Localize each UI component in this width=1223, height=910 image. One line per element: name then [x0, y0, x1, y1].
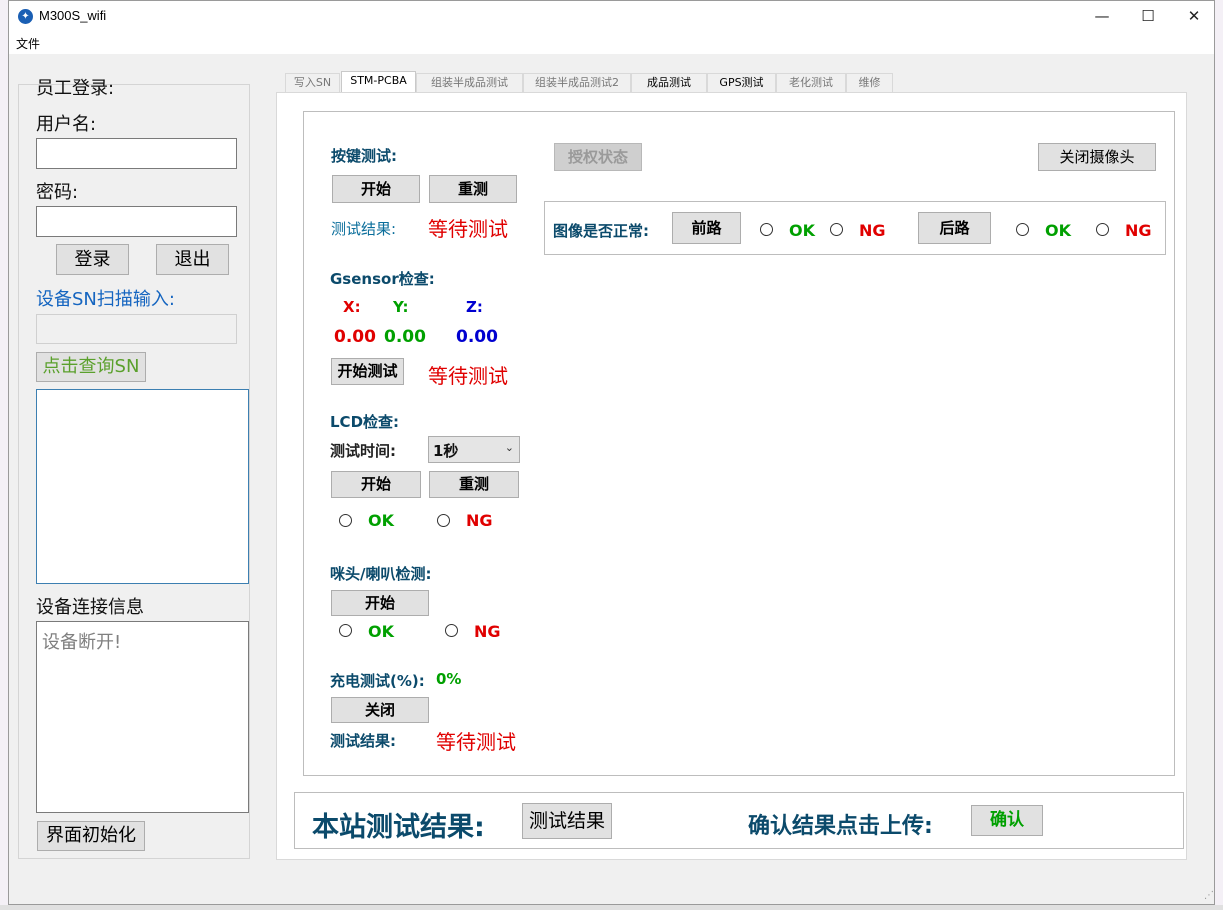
- tab-aging-test[interactable]: 老化测试: [776, 73, 846, 93]
- confirm-button[interactable]: 确认: [971, 805, 1043, 836]
- resize-grip-icon[interactable]: ⋰: [1204, 890, 1214, 901]
- logout-button[interactable]: 退出: [156, 244, 229, 275]
- login-heading: 员工登录:: [36, 78, 115, 99]
- gsensor-y-label: Y:: [393, 298, 409, 316]
- tab-stm-pcba[interactable]: STM-PCBA: [341, 71, 416, 94]
- audio-ng-label: NG: [474, 622, 501, 641]
- lcd-time-select[interactable]: 1秒 ⌄: [428, 436, 520, 463]
- audio-title: 咪头/喇叭检测:: [330, 565, 432, 583]
- front-ok-radio[interactable]: [760, 223, 773, 236]
- rear-ng-radio[interactable]: [1096, 223, 1109, 236]
- image-normal-label: 图像是否正常:: [553, 222, 649, 240]
- audio-ok-label: OK: [368, 622, 394, 641]
- charge-value: 0%: [436, 670, 462, 688]
- key-test-result-value: 等待测试: [428, 217, 508, 241]
- tab-finished-test[interactable]: 成品测试: [631, 73, 707, 93]
- sn-input[interactable]: [36, 314, 237, 344]
- lcd-ng-label: NG: [466, 511, 493, 530]
- audio-ok-radio[interactable]: [339, 624, 352, 637]
- tab-repair[interactable]: 维修: [846, 73, 893, 93]
- audio-start-button[interactable]: 开始: [331, 590, 429, 616]
- tab-write-sn[interactable]: 写入SN: [285, 73, 340, 93]
- tab-semi-finished-test-2[interactable]: 组装半成品测试2: [523, 73, 631, 93]
- key-test-result-label: 测试结果:: [331, 220, 397, 238]
- auth-status-button[interactable]: 授权状态: [554, 143, 642, 171]
- background-bottom-strip: [0, 905, 1223, 910]
- title-bar: ✦ M300S_wifi — ☐ ✕: [9, 1, 1214, 32]
- gsensor-x-label: X:: [343, 298, 361, 316]
- key-test-retest-button[interactable]: 重测: [429, 175, 517, 203]
- app-icon: ✦: [18, 9, 33, 24]
- password-input[interactable]: [36, 206, 237, 237]
- front-camera-button[interactable]: 前路: [672, 212, 741, 244]
- audio-ng-radio[interactable]: [445, 624, 458, 637]
- gsensor-y-value: 0.00: [384, 327, 426, 347]
- login-button[interactable]: 登录: [56, 244, 129, 275]
- reset-ui-button[interactable]: 界面初始化: [37, 821, 145, 851]
- front-ok-label: OK: [789, 221, 815, 240]
- rear-ng-label: NG: [1125, 221, 1152, 240]
- station-result-label: 本站测试结果:: [312, 812, 485, 843]
- front-ng-radio[interactable]: [830, 223, 843, 236]
- rear-ok-radio[interactable]: [1016, 223, 1029, 236]
- lcd-ok-radio[interactable]: [339, 514, 352, 527]
- sn-scan-label: 设备SN扫描输入:: [36, 289, 175, 310]
- device-connection-label: 设备连接信息: [36, 597, 144, 618]
- minimize-button[interactable]: —: [1079, 1, 1125, 32]
- charge-result-value: 等待测试: [436, 730, 516, 754]
- rear-camera-button[interactable]: 后路: [918, 212, 991, 244]
- device-connection-box[interactable]: 设备断开!: [36, 621, 249, 813]
- test-result-button[interactable]: 测试结果: [522, 803, 612, 839]
- chevron-down-icon: ⌄: [504, 441, 514, 454]
- lcd-ok-label: OK: [368, 511, 394, 530]
- sn-result-box[interactable]: [36, 389, 249, 584]
- gsensor-title: Gsensor检查:: [330, 270, 435, 288]
- charge-result-label: 测试结果:: [330, 732, 396, 750]
- lcd-time-label: 测试时间:: [330, 442, 396, 460]
- front-ng-label: NG: [859, 221, 886, 240]
- username-input[interactable]: [36, 138, 237, 169]
- key-test-start-button[interactable]: 开始: [332, 175, 420, 203]
- window-title: M300S_wifi: [39, 8, 107, 23]
- gsensor-z-value: 0.00: [456, 327, 498, 347]
- background-right-strip: [1215, 0, 1223, 910]
- rear-ok-label: OK: [1045, 221, 1071, 240]
- username-label: 用户名:: [36, 114, 97, 135]
- close-camera-button[interactable]: 关闭摄像头: [1038, 143, 1156, 171]
- charge-title: 充电测试(%):: [330, 672, 425, 690]
- gsensor-start-button[interactable]: 开始测试: [331, 358, 404, 385]
- lcd-start-button[interactable]: 开始: [331, 471, 421, 498]
- close-button[interactable]: ✕: [1171, 1, 1217, 32]
- gsensor-z-label: Z:: [466, 298, 483, 316]
- confirm-upload-label: 确认结果点击上传:: [748, 814, 933, 839]
- lcd-time-value: 1秒: [433, 442, 459, 460]
- background-left-strip: [0, 0, 8, 910]
- maximize-button[interactable]: ☐: [1125, 1, 1171, 32]
- gsensor-x-value: 0.00: [334, 327, 376, 347]
- gsensor-status: 等待测试: [428, 364, 508, 388]
- charge-close-button[interactable]: 关闭: [331, 697, 429, 723]
- lcd-title: LCD检查:: [330, 413, 400, 431]
- password-label: 密码:: [36, 182, 79, 203]
- tab-semi-finished-test[interactable]: 组装半成品测试: [416, 73, 523, 93]
- lcd-retest-button[interactable]: 重测: [429, 471, 519, 498]
- query-sn-button[interactable]: 点击查询SN: [36, 352, 146, 382]
- key-test-title: 按键测试:: [331, 147, 397, 165]
- menu-bar: 文件: [9, 32, 1214, 54]
- menu-file[interactable]: 文件: [16, 35, 40, 52]
- tab-gps-test[interactable]: GPS测试: [707, 73, 776, 93]
- lcd-ng-radio[interactable]: [437, 514, 450, 527]
